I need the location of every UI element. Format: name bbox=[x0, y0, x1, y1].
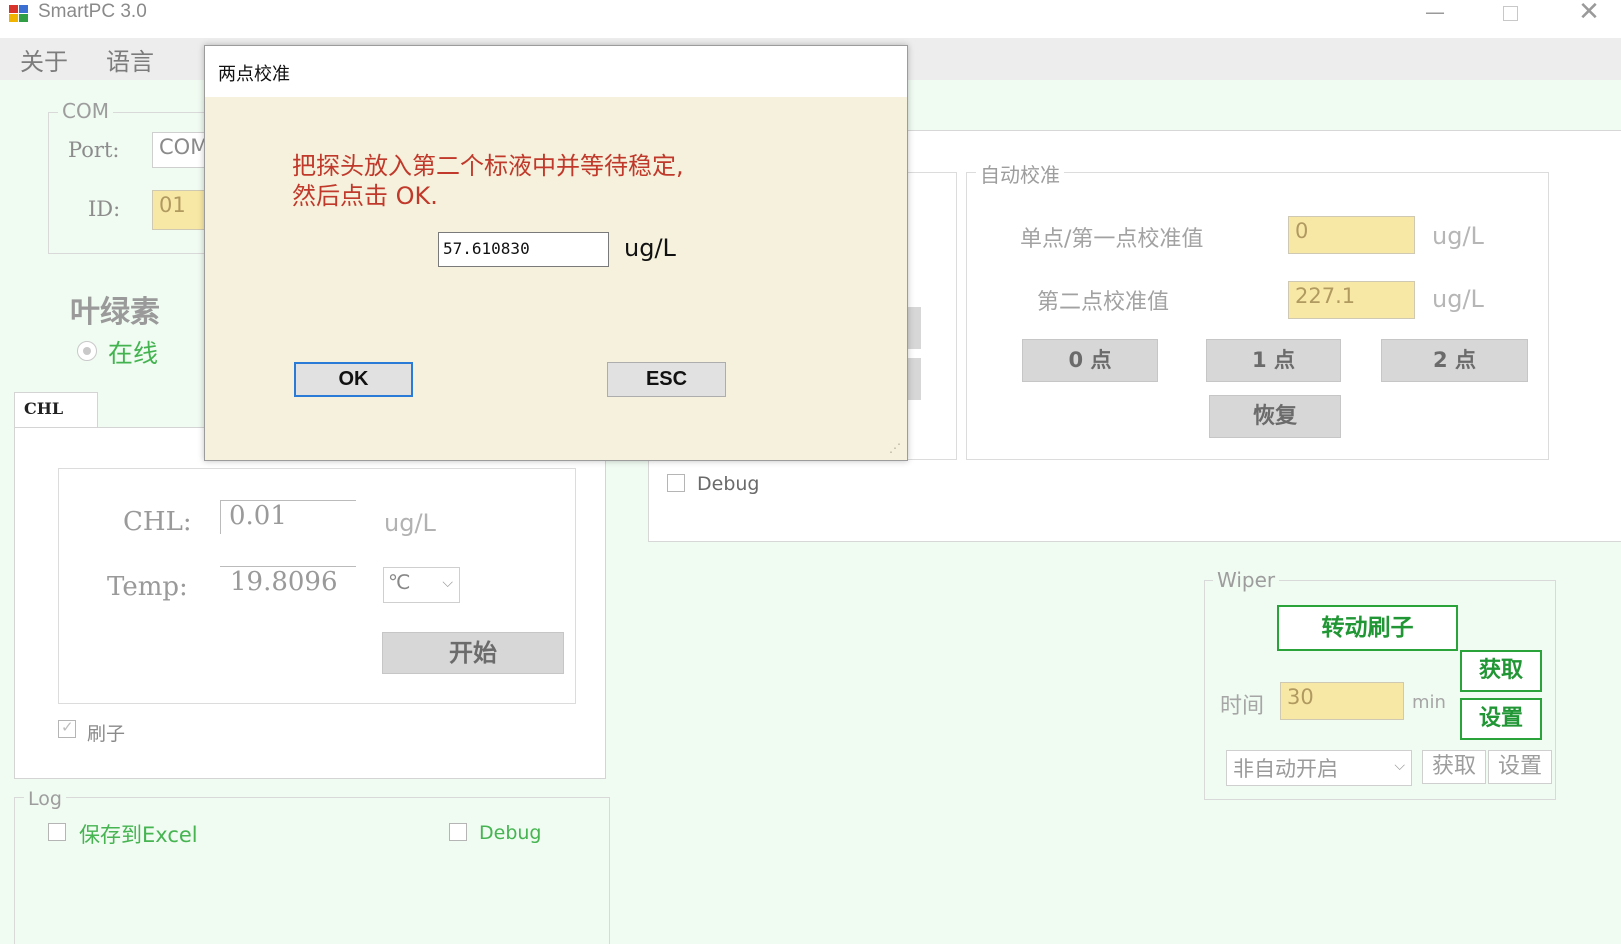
rotate-brush-button[interactable]: 转动刷子 bbox=[1277, 605, 1458, 651]
port-label: Port: bbox=[68, 138, 120, 162]
online-radio[interactable] bbox=[77, 341, 97, 361]
dialog-unit: ug/L bbox=[624, 234, 676, 262]
chl-unit: ug/L bbox=[384, 509, 436, 537]
two-point-calibration-dialog: 两点校准 把探头放入第二个标液中并等待稳定, 然后点击 OK. 57.61083… bbox=[204, 45, 908, 461]
temp-unit-value: ℃ bbox=[388, 570, 411, 594]
minimize-button[interactable]: — bbox=[1405, 0, 1465, 30]
sensor-title: 叶绿素 bbox=[70, 295, 160, 330]
calib-debug-checkbox[interactable] bbox=[667, 474, 685, 492]
title-bar: SmartPC 3.0 — ✕ bbox=[0, 0, 1621, 39]
menu-about[interactable]: 关于 bbox=[20, 42, 68, 77]
one-point-button[interactable]: 1 点 bbox=[1206, 339, 1341, 382]
dialog-title: 两点校准 bbox=[218, 64, 290, 85]
temp-label: Temp: bbox=[107, 572, 188, 602]
mode-set-button[interactable]: 设置 bbox=[1488, 750, 1552, 784]
calib-legend: 自动校准 bbox=[976, 159, 1064, 188]
temp-unit-select[interactable]: ℃ ⌵ bbox=[383, 567, 460, 603]
mode-get-button[interactable]: 获取 bbox=[1422, 750, 1486, 784]
time-unit: min bbox=[1412, 692, 1446, 713]
point2-field[interactable]: 227.1 bbox=[1288, 281, 1415, 319]
maximize-button[interactable] bbox=[1480, 0, 1540, 30]
id-label: ID: bbox=[88, 197, 121, 221]
point1-label: 单点/第一点校准值 bbox=[1020, 227, 1204, 252]
point2-label: 第二点校准值 bbox=[1037, 290, 1170, 315]
chl-value: 0.01 bbox=[220, 500, 356, 534]
calib-debug-label: Debug bbox=[697, 473, 760, 495]
wiper-mode-value: 非自动开启 bbox=[1233, 757, 1338, 781]
tab-chl-label: CHL bbox=[24, 399, 64, 418]
point1-field[interactable]: 0 bbox=[1288, 216, 1415, 254]
id-field[interactable]: 01 bbox=[152, 190, 212, 230]
time-field[interactable]: 30 bbox=[1280, 682, 1404, 720]
chevron-down-icon: ⌵ bbox=[1394, 758, 1405, 774]
resize-grip-icon[interactable]: ⋰ bbox=[889, 442, 903, 456]
point2-unit: ug/L bbox=[1432, 285, 1484, 313]
check-icon: ✓ bbox=[61, 718, 74, 736]
zero-point-button[interactable]: 0 点 bbox=[1022, 339, 1158, 382]
log-debug-checkbox[interactable] bbox=[449, 823, 467, 841]
point1-unit: ug/L bbox=[1432, 222, 1484, 250]
two-point-button[interactable]: 2 点 bbox=[1381, 339, 1528, 382]
menu-language[interactable]: 语言 bbox=[106, 42, 154, 77]
log-legend: Log bbox=[24, 788, 66, 810]
online-label: 在线 bbox=[108, 339, 159, 368]
app-icon bbox=[8, 3, 30, 23]
wiper-legend: Wiper bbox=[1213, 568, 1280, 592]
com-legend: COM bbox=[58, 99, 113, 123]
ok-button[interactable]: OK bbox=[294, 362, 413, 397]
chevron-down-icon: ⌵ bbox=[442, 575, 453, 591]
time-label: 时间 bbox=[1220, 694, 1265, 719]
dialog-title-bar: 两点校准 bbox=[205, 46, 907, 97]
calibration-value-input[interactable]: 57.610830 bbox=[438, 232, 609, 267]
chl-label: CHL: bbox=[123, 507, 192, 537]
restore-button[interactable]: 恢复 bbox=[1209, 395, 1341, 438]
maximize-icon bbox=[1503, 6, 1518, 21]
save-excel-label: 保存到Excel bbox=[79, 823, 198, 847]
temp-value: 19.8096 bbox=[220, 566, 356, 600]
window-title: SmartPC 3.0 bbox=[38, 1, 147, 22]
brush-label: 刷子 bbox=[87, 723, 126, 745]
brush-checkbox[interactable]: ✓ bbox=[58, 718, 76, 738]
esc-button[interactable]: ESC bbox=[607, 362, 726, 397]
start-button[interactable]: 开始 bbox=[382, 632, 564, 674]
close-button[interactable]: ✕ bbox=[1559, 0, 1619, 30]
wiper-get-button[interactable]: 获取 bbox=[1460, 650, 1542, 692]
log-debug-label: Debug bbox=[479, 822, 542, 844]
wiper-set-button[interactable]: 设置 bbox=[1460, 698, 1542, 740]
wiper-mode-select[interactable]: 非自动开启 ⌵ bbox=[1226, 750, 1412, 786]
dialog-message: 把探头放入第二个标液中并等待稳定, 然后点击 OK. bbox=[292, 152, 684, 210]
save-excel-checkbox[interactable] bbox=[48, 823, 66, 841]
port-select[interactable]: COM bbox=[152, 132, 212, 168]
